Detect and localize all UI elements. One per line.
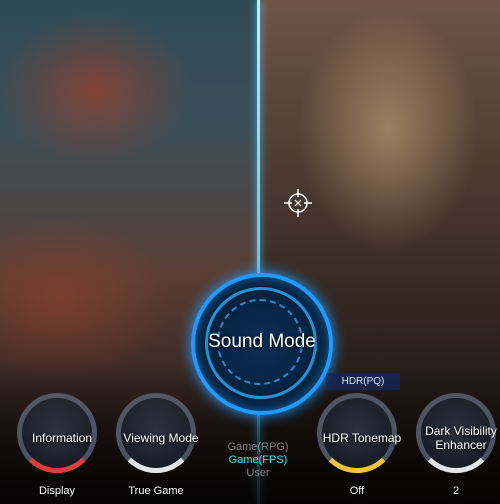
hdr-tonemap-value: Off [349, 485, 365, 497]
sound-mode-label: Sound Mode [208, 331, 316, 352]
sound-option-user[interactable]: User [222, 467, 294, 480]
sound-mode-options: Game(RPG) Game(FPS) User [222, 441, 294, 480]
viewing-mode-value: True Game [128, 485, 184, 497]
dark-visibility-dial[interactable]: Dark Visibility Enhancer [416, 393, 497, 473]
sound-option-fps[interactable]: Game(FPS) [222, 454, 294, 467]
information-dial[interactable]: Information [17, 393, 97, 473]
hdr-option[interactable]: HDR(PQ) [326, 373, 400, 390]
viewing-mode-dial[interactable]: Viewing Mode [116, 393, 199, 473]
crosshair-icon [284, 189, 312, 217]
hdr-tonemap-dial[interactable]: HDR Tonemap [317, 393, 401, 473]
dark-visibility-value: 2 [452, 485, 460, 497]
sound-mode-dial[interactable]: Sound Mode [191, 273, 333, 415]
information-value: Display [38, 485, 76, 497]
viewing-mode-label: Viewing Mode [123, 431, 199, 445]
sound-option-rpg[interactable]: Game(RPG) [222, 441, 294, 454]
dark-visibility-label: Dark Visibility Enhancer [425, 424, 497, 452]
